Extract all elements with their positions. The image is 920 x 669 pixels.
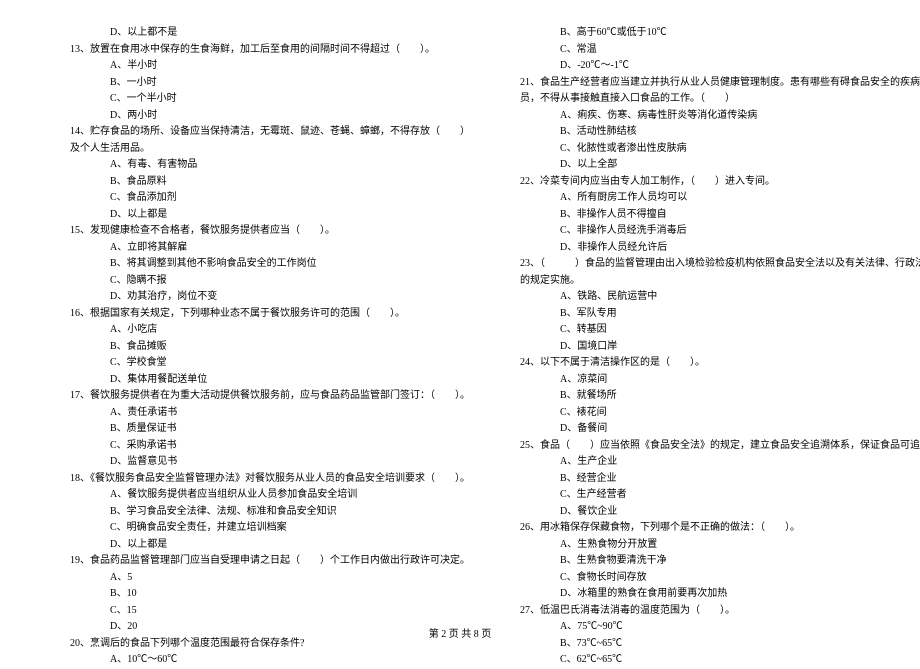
option-22c: C、非操作人员经洗手消毒后 <box>500 223 920 240</box>
option-14a: A、有毒、有害物品 <box>50 157 470 174</box>
option-15c: C、隐瞒不报 <box>50 273 470 290</box>
question-21: 21、食品生产经营者应当建立并执行从业人员健康管理制度。患有哪些有碍食品安全的疾… <box>500 75 920 108</box>
option-24a: A、凉菜间 <box>500 372 920 389</box>
option-20c: C、常温 <box>500 42 920 59</box>
option-17d: D、监督意见书 <box>50 454 470 471</box>
question-27: 27、低温巴氏消毒法消毒的温度范围为（ ）。 <box>500 603 920 620</box>
option-13b: B、一小时 <box>50 75 470 92</box>
option-18c: C、明确食品安全责任，并建立培训档案 <box>50 520 470 537</box>
option-14d: D、以上都是 <box>50 207 470 224</box>
option-19a: A、5 <box>50 570 470 587</box>
option-22d: D、非操作人员经允许后 <box>500 240 920 257</box>
option-20b: B、高于60℃或低于10℃ <box>500 25 920 42</box>
option-19b: B、10 <box>50 586 470 603</box>
option-20a: A、10℃～60℃ <box>50 652 470 669</box>
option-17b: B、质量保证书 <box>50 421 470 438</box>
option-23b: B、军队专用 <box>500 306 920 323</box>
page-footer: 第 2 页 共 8 页 <box>0 625 920 640</box>
option-24b: B、就餐场所 <box>500 388 920 405</box>
option-13d: D、两小时 <box>50 108 470 125</box>
question-19: 19、食品药品监督管理部门应当自受理申请之日起（ ）个工作日内做出行政许可决定。 <box>50 553 470 570</box>
option-16a: A、小吃店 <box>50 322 470 339</box>
option-16c: C、学校食堂 <box>50 355 470 372</box>
option-16d: D、集体用餐配送单位 <box>50 372 470 389</box>
question-15: 15、发现健康检查不合格者，餐饮服务提供者应当（ ）。 <box>50 223 470 240</box>
option-14b: B、食品原料 <box>50 174 470 191</box>
option-14c: C、食品添加剂 <box>50 190 470 207</box>
option-15d: D、劝其治疗，岗位不变 <box>50 289 470 306</box>
option-25a: A、生产企业 <box>500 454 920 471</box>
option-13a: A、半小时 <box>50 58 470 75</box>
option-27c: C、62℃~65℃ <box>500 652 920 669</box>
option-21a: A、痢疾、伤寒、病毒性肝炎等消化道传染病 <box>500 108 920 125</box>
option-23d: D、国境口岸 <box>500 339 920 356</box>
option-12d: D、以上都不是 <box>50 25 470 42</box>
option-26d: D、冰箱里的熟食在食用前要再次加热 <box>500 586 920 603</box>
option-18d: D、以上都是 <box>50 537 470 554</box>
option-20d: D、-20℃～-1℃ <box>500 58 920 75</box>
question-16: 16、根据国家有关规定，下列哪种业态不属于餐饮服务许可的范围（ ）。 <box>50 306 470 323</box>
question-24: 24、以下不属于清洁操作区的是（ ）。 <box>500 355 920 372</box>
option-21b: B、活动性肺结核 <box>500 124 920 141</box>
option-18a: A、餐饮服务提供者应当组织从业人员参加食品安全培训 <box>50 487 470 504</box>
option-21d: D、以上全部 <box>500 157 920 174</box>
left-column: D、以上都不是 13、放置在食用冰中保存的生食海鲜，加工后至食用的间隔时间不得超… <box>50 25 470 615</box>
question-26: 26、用冰箱保存保藏食物，下列哪个是不正确的做法：（ ）。 <box>500 520 920 537</box>
option-13c: C、一个半小时 <box>50 91 470 108</box>
option-26b: B、生熟食物要清洗干净 <box>500 553 920 570</box>
question-25: 25、食品（ ）应当依照《食品安全法》的规定，建立食品安全追溯体系，保证食品可追… <box>500 438 920 455</box>
option-26c: C、食物长时间存放 <box>500 570 920 587</box>
question-18: 18、《餐饮服务食品安全监督管理办法》对餐饮服务从业人员的食品安全培训要求（ ）… <box>50 471 470 488</box>
option-23c: C、转基因 <box>500 322 920 339</box>
option-17a: A、责任承诺书 <box>50 405 470 422</box>
document-content: D、以上都不是 13、放置在食用冰中保存的生食海鲜，加工后至食用的间隔时间不得超… <box>50 25 870 615</box>
option-16b: B、食品摊贩 <box>50 339 470 356</box>
option-25d: D、餐饮企业 <box>500 504 920 521</box>
option-21c: C、化脓性或者渗出性皮肤病 <box>500 141 920 158</box>
question-22: 22、冷菜专间内应当由专人加工制作，（ ）进入专间。 <box>500 174 920 191</box>
question-14: 14、贮存食品的场所、设备应当保持清洁，无霉斑、鼠迹、苍蝇、蟑螂，不得存放（ ）… <box>50 124 470 157</box>
option-22b: B、非操作人员不得擅自 <box>500 207 920 224</box>
option-22a: A、所有厨房工作人员均可以 <box>500 190 920 207</box>
option-25b: B、经营企业 <box>500 471 920 488</box>
option-25c: C、生产经营者 <box>500 487 920 504</box>
option-15a: A、立即将其解雇 <box>50 240 470 257</box>
right-column: B、高于60℃或低于10℃ C、常温 D、-20℃～-1℃ 21、食品生产经营者… <box>500 25 920 615</box>
option-17c: C、采购承诺书 <box>50 438 470 455</box>
option-23a: A、铁路、民航运营中 <box>500 289 920 306</box>
question-23: 23、（ ）食品的监督管理由出入境检验检疫机构依照食品安全法以及有关法律、行政法… <box>500 256 920 289</box>
option-24d: D、备餐间 <box>500 421 920 438</box>
option-19c: C、15 <box>50 603 470 620</box>
option-18b: B、学习食品安全法律、法规、标准和食品安全知识 <box>50 504 470 521</box>
question-17: 17、餐饮服务提供者在为重大活动提供餐饮服务前，应与食品药品监管部门签订：（ ）… <box>50 388 470 405</box>
question-13: 13、放置在食用冰中保存的生食海鲜，加工后至食用的间隔时间不得超过（ ）。 <box>50 42 470 59</box>
option-15b: B、将其调整到其他不影响食品安全的工作岗位 <box>50 256 470 273</box>
option-26a: A、生熟食物分开放置 <box>500 537 920 554</box>
option-24c: C、裱花间 <box>500 405 920 422</box>
